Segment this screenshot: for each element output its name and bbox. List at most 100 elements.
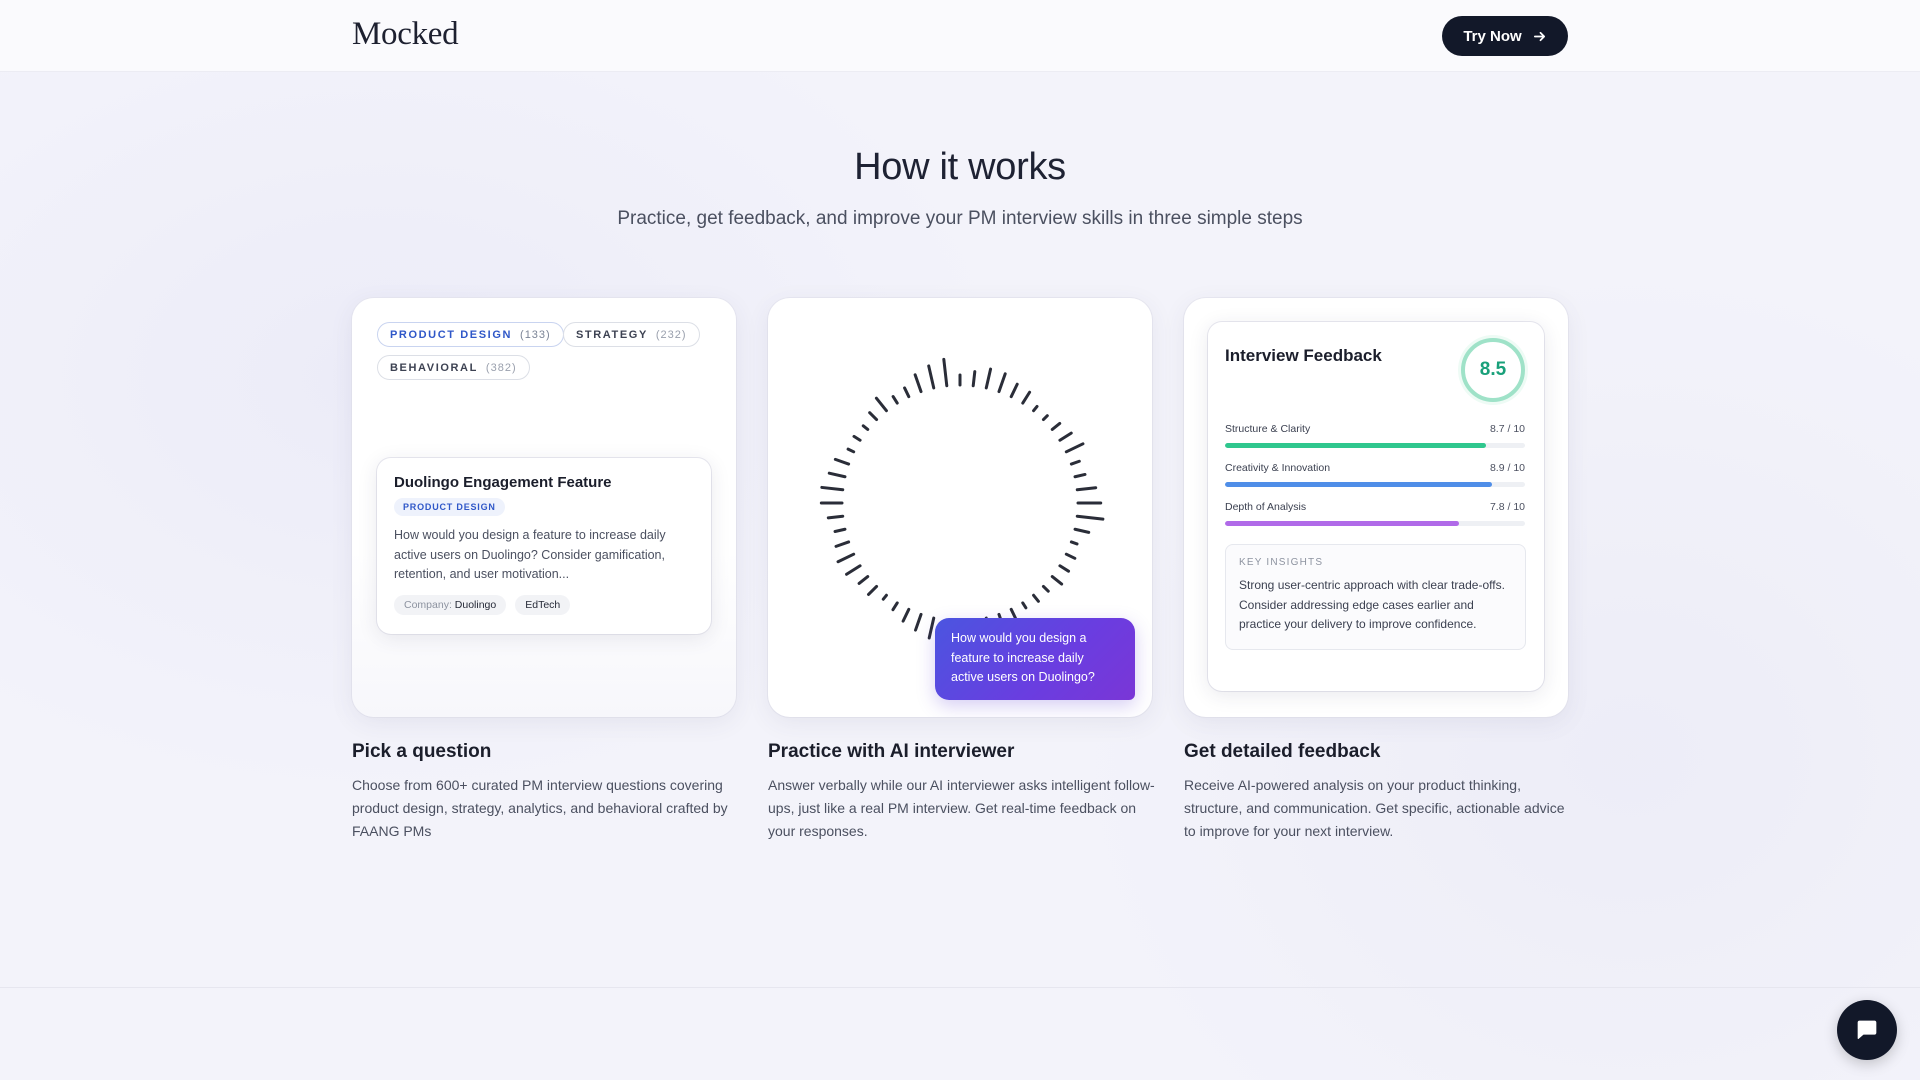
section-divider — [0, 987, 1920, 988]
visualizer-bar — [1041, 584, 1050, 593]
metric-track — [1225, 521, 1525, 526]
visualizer-bar — [891, 601, 899, 612]
metric-value: 7.8 / 10 — [1489, 501, 1525, 513]
category-label: PRODUCT DESIGN — [390, 328, 513, 341]
metric-label: Depth of Analysis — [1225, 501, 1307, 513]
step-2-description: Answer verbally while our AI interviewer… — [768, 777, 1155, 839]
logo[interactable]: Mocked — [352, 16, 459, 53]
visualizer-bar — [984, 367, 993, 390]
visualizer-bar — [861, 424, 870, 431]
chat-bubble-icon — [1857, 1020, 1877, 1040]
visualizer-bar — [1064, 552, 1077, 560]
question-text: How would you design a feature to increa… — [394, 528, 666, 581]
visualizer-bar — [881, 593, 888, 601]
visualizer-bar — [942, 357, 949, 388]
step-2-title: Practice with AI interviewer — [768, 741, 1015, 762]
visualizer-bar — [1032, 404, 1039, 413]
visualizer-bar — [1021, 390, 1032, 405]
visualizer-bar — [927, 364, 936, 390]
visualizer-bar — [1021, 601, 1028, 610]
visualizer-bar — [1032, 593, 1040, 603]
interviewer-question-bubble: How would you design a feature to increa… — [935, 618, 1135, 700]
visualizer-bar — [1058, 564, 1071, 573]
visualizer-bar — [971, 370, 977, 388]
insights-label: KEY INSIGHTS — [1239, 557, 1324, 568]
pick-question-card: PRODUCT DESIGN (133) STRATEGY (232) BEHA… — [352, 298, 736, 717]
metric-fill — [1225, 443, 1486, 448]
visualizer-bar — [997, 372, 1007, 394]
category-count: (232) — [655, 328, 687, 341]
metric-label: Structure & Clarity — [1225, 423, 1311, 435]
visualizer-bar — [1073, 472, 1087, 479]
question-meta: Company: Duolingo EdTech — [394, 594, 694, 615]
visualizer-bar — [846, 447, 856, 454]
industry-chip: EdTech — [515, 594, 571, 615]
metric-creativity-innovation: Creativity & Innovation 8.9 / 10 — [1225, 462, 1525, 487]
metric-fill — [1225, 482, 1492, 487]
visualizer-bar — [913, 373, 923, 394]
visualizer-bar — [820, 485, 845, 492]
category-pill-behavioral[interactable]: BEHAVIORAL (382) — [377, 355, 530, 380]
visualizer-bar — [1050, 575, 1064, 586]
visualizer-bar — [845, 564, 862, 576]
visualizer-bar — [1075, 514, 1105, 521]
category-count: (382) — [485, 361, 517, 374]
feedback-title: Interview Feedback — [1225, 346, 1382, 365]
section-title: How it works — [854, 146, 1066, 188]
metric-depth-analysis: Depth of Analysis 7.8 / 10 — [1225, 501, 1525, 526]
visualizer-bar — [836, 552, 856, 564]
visualizer-bar — [827, 471, 847, 479]
visualizer-bar — [1058, 431, 1073, 442]
section-subtitle: Practice, get feedback, and improve your… — [617, 208, 1303, 229]
visualizer-bar — [1064, 442, 1085, 454]
question-card[interactable]: Duolingo Engagement Feature PRODUCT DESI… — [377, 458, 711, 634]
visualizer-bar — [826, 514, 845, 520]
visualizer-bar — [927, 616, 936, 640]
top-nav: Mocked Try Now — [0, 0, 1920, 72]
step-1-description: Choose from 600+ curated PM interview qu… — [352, 777, 728, 839]
visualizer-bar — [891, 395, 899, 405]
category-label: STRATEGY — [576, 328, 648, 341]
question-tag: PRODUCT DESIGN — [394, 498, 505, 516]
visualizer-bar — [1050, 421, 1062, 431]
visualizer-bar — [857, 575, 870, 585]
step-1-title: Pick a question — [352, 741, 492, 762]
company-label: Company: — [404, 598, 452, 611]
visualizer-bar — [834, 540, 851, 548]
visualizer-bar — [901, 607, 911, 623]
company-name: Duolingo — [454, 598, 497, 611]
category-pill-product-design[interactable]: PRODUCT DESIGN (133) — [377, 322, 564, 347]
try-now-button[interactable]: Try Now — [1442, 16, 1568, 56]
question-title: Duolingo Engagement Feature — [394, 474, 612, 491]
visualizer-bar — [1073, 527, 1091, 534]
visualizer-bar — [874, 396, 888, 413]
step-3-title: Get detailed feedback — [1184, 741, 1381, 762]
arrow-right-icon — [1533, 31, 1545, 41]
visualizer-bar — [868, 411, 879, 422]
insights-text: Strong user-centric approach with clear … — [1239, 578, 1505, 631]
metric-fill — [1225, 521, 1459, 526]
metric-value: 8.7 / 10 — [1489, 423, 1525, 435]
visualizer-bar — [833, 527, 847, 534]
overall-score: 8.5 — [1461, 338, 1525, 402]
metric-track — [1225, 443, 1525, 448]
visualizer-bar — [1009, 382, 1019, 399]
category-label: BEHAVIORAL — [390, 361, 478, 374]
metric-structure-clarity: Structure & Clarity 8.7 / 10 — [1225, 423, 1525, 448]
chat-widget-button[interactable] — [1837, 1000, 1897, 1060]
visualizer-bar — [852, 434, 862, 442]
company-chip: Company: Duolingo — [394, 594, 507, 615]
category-count: (133) — [520, 328, 551, 341]
step-3-description: Receive AI-powered analysis on your prod… — [1184, 777, 1565, 839]
feedback-card: Interview Feedback 8.5 Structure & Clari… — [1184, 298, 1568, 717]
visualizer-bar — [914, 612, 923, 632]
visualizer-bar — [1041, 414, 1049, 422]
category-pill-strategy[interactable]: STRATEGY (232) — [563, 322, 700, 347]
interview-feedback-panel: Interview Feedback 8.5 Structure & Clari… — [1208, 322, 1544, 691]
visualizer-bar — [1075, 486, 1098, 492]
visualizer-bar — [1069, 459, 1081, 466]
metric-label: Creativity & Innovation — [1225, 462, 1331, 474]
metric-track — [1225, 482, 1525, 487]
ai-interviewer-card: How would you design a feature to increa… — [768, 298, 1152, 717]
visualizer-bar — [1069, 540, 1079, 546]
